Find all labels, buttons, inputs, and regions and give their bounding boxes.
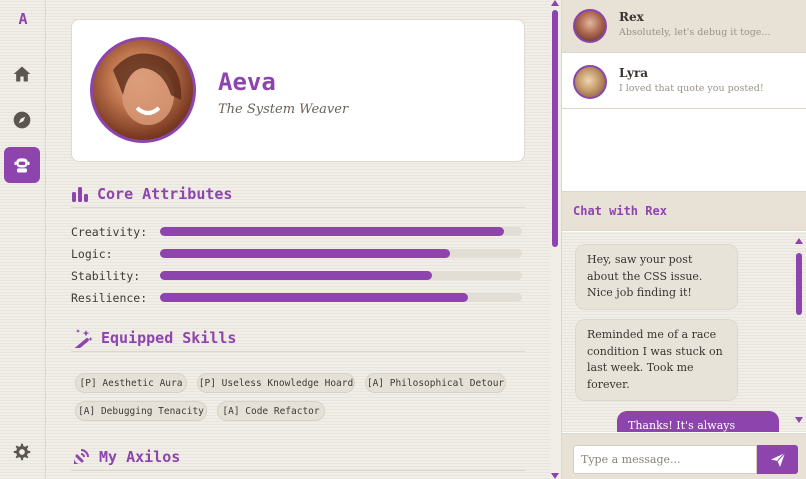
skill-chip[interactable]: [P] Aesthetic Aura — [75, 373, 187, 393]
attribute-bar — [160, 227, 522, 236]
attribute-label: Resilience: — [71, 291, 148, 305]
profile-title: The System Weaver — [218, 102, 349, 117]
attribute-label: Logic: — [71, 247, 113, 261]
home-icon — [13, 66, 31, 82]
compass-icon — [13, 111, 31, 129]
message-bubble-outgoing: Thanks! It's always — [617, 411, 779, 432]
app-logo[interactable]: A — [0, 10, 46, 28]
core-attributes-header: Core Attributes — [71, 180, 525, 208]
bar-chart-icon — [72, 186, 88, 202]
send-button[interactable] — [757, 445, 798, 474]
chat-panel: Rex Absolutely, let's debug it toge... L… — [561, 0, 806, 479]
chat-scroll-up-icon[interactable] — [795, 238, 803, 244]
my-axilos-header: My Axilos — [71, 443, 525, 471]
attribute-label: Creativity: — [71, 225, 148, 239]
chat-scrollbar[interactable] — [796, 253, 802, 315]
attribute-row: Resilience: — [71, 289, 525, 307]
attribute-fill — [160, 271, 432, 280]
main-scroll-down-icon[interactable] — [551, 473, 559, 479]
skill-chip[interactable]: [A] Code Refactor — [217, 401, 325, 421]
profile-card: Aeva The System Weaver — [71, 19, 525, 162]
chat-scroll-down-icon[interactable] — [795, 417, 803, 423]
chat-messages: Hey, saw your post about the CSS issue. … — [562, 232, 806, 432]
send-icon — [770, 452, 785, 467]
profile-avatar — [90, 37, 196, 143]
message-input[interactable] — [573, 445, 757, 474]
attribute-fill — [160, 293, 468, 302]
main-scroll-up-icon[interactable] — [551, 0, 559, 6]
attribute-bar — [160, 249, 522, 258]
message-composer — [562, 433, 806, 479]
chat-header: Chat with Rex — [562, 191, 806, 231]
nav-rail: A — [0, 0, 46, 479]
contact-item[interactable]: Rex Absolutely, let's debug it toge... — [562, 0, 806, 53]
robot-icon — [14, 158, 30, 173]
contact-name: Rex — [619, 10, 644, 24]
skill-chip[interactable]: [A] Debugging Tenacity — [75, 401, 207, 421]
skill-chip[interactable]: [A] Philosophical Detour — [365, 373, 506, 393]
contact-preview: I loved that quote you posted! — [619, 83, 764, 94]
section-title: Equipped Skills — [101, 328, 237, 347]
contact-item[interactable]: Lyra I loved that quote you posted! — [562, 56, 806, 109]
attribute-label: Stability: — [71, 269, 141, 283]
attribute-fill — [160, 227, 504, 236]
message-bubble-incoming: Reminded me of a race condition I was st… — [575, 319, 738, 401]
attribute-bar — [160, 293, 522, 302]
attribute-bar — [160, 271, 522, 280]
message-bubble-incoming: Hey, saw your post about the CSS issue. … — [575, 244, 738, 310]
contact-preview: Absolutely, let's debug it toge... — [619, 27, 771, 38]
contact-name: Lyra — [619, 66, 649, 80]
contact-avatar — [573, 9, 607, 43]
profile-main: Aeva The System Weaver Core Attributes C… — [47, 0, 550, 479]
profile-name: Aeva — [218, 68, 276, 96]
gear-icon — [13, 443, 31, 461]
nav-character[interactable] — [4, 147, 40, 183]
magic-wand-icon — [74, 328, 93, 348]
nav-settings[interactable] — [4, 434, 40, 470]
attribute-row: Stability: — [71, 267, 525, 285]
main-scrollbar[interactable] — [552, 10, 558, 247]
nav-explore[interactable] — [4, 102, 40, 138]
section-title: My Axilos — [99, 447, 181, 466]
attribute-row: Logic: — [71, 245, 525, 263]
nav-home[interactable] — [4, 56, 40, 92]
equipped-skills-header: Equipped Skills — [71, 324, 525, 352]
avatar-photo — [113, 53, 182, 125]
attribute-fill — [160, 249, 450, 258]
chat-title: Chat with Rex — [573, 204, 667, 218]
section-title: Core Attributes — [97, 184, 233, 203]
satellite-icon — [74, 448, 89, 464]
skill-chip[interactable]: [P] Useless Knowledge Hoard — [197, 373, 355, 393]
attribute-row: Creativity: — [71, 223, 525, 241]
contact-avatar — [573, 65, 607, 99]
